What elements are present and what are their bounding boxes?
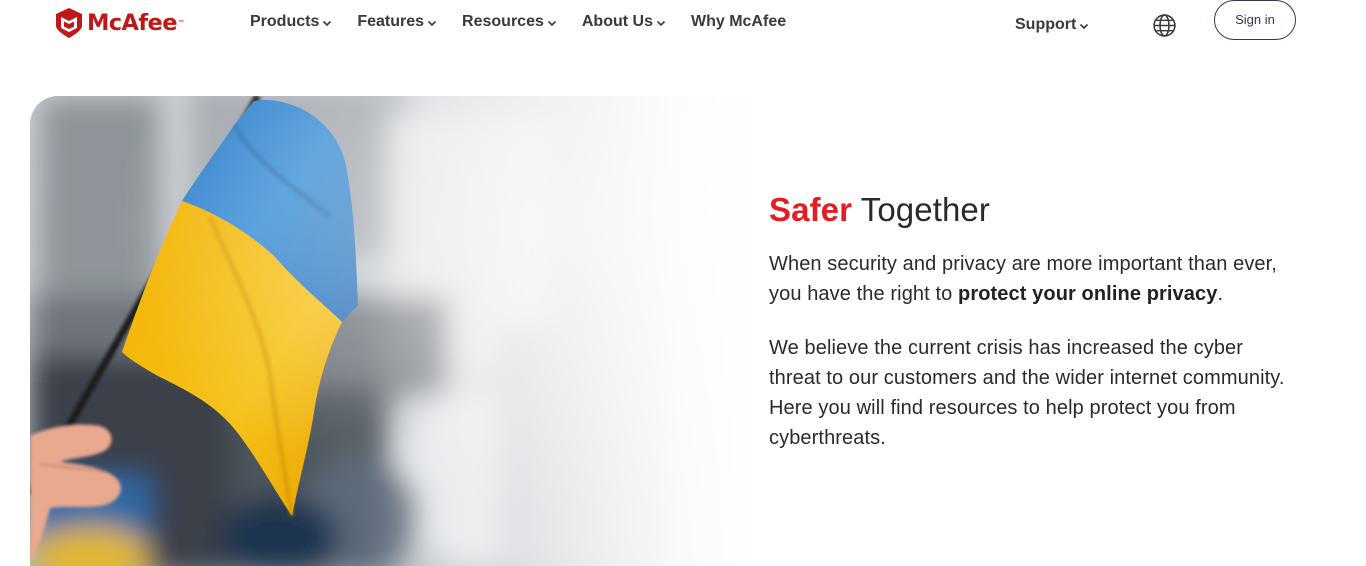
brand-name: McAfee bbox=[87, 10, 177, 36]
chevron-down-icon bbox=[547, 20, 556, 27]
nav-about-us-label: About Us bbox=[581, 13, 653, 30]
chevron-down-icon bbox=[656, 20, 666, 27]
chevron-down-icon bbox=[427, 20, 437, 27]
mcafee-logo[interactable]: McAfee ™ bbox=[56, 8, 184, 38]
nav-products[interactable]: Products bbox=[250, 11, 332, 33]
nav-support[interactable]: Support bbox=[1015, 14, 1089, 36]
sign-in-label: Sign in bbox=[1235, 11, 1275, 27]
hero-title-rest: Together bbox=[860, 191, 990, 228]
brand-trademark: ™ bbox=[177, 20, 184, 26]
sign-in-button[interactable]: Sign in bbox=[1214, 0, 1296, 40]
chevron-down-icon bbox=[323, 20, 332, 27]
nav-products-label: Products bbox=[250, 13, 320, 30]
nav-why-mcafee-label: Why McAfee bbox=[690, 13, 787, 30]
hero-paragraph-2: We believe the current crisis has increa… bbox=[769, 337, 1285, 449]
site-header: McAfee ™ Products Features Resources Abo… bbox=[0, 0, 1366, 56]
chevron-down-icon bbox=[1080, 23, 1089, 30]
nav-resources-label: Resources bbox=[462, 13, 544, 30]
nav-features[interactable]: Features bbox=[357, 11, 437, 33]
nav-features-label: Features bbox=[357, 13, 425, 30]
hero-p1-bold: protect your online privacy bbox=[958, 283, 1218, 305]
nav-why-mcafee[interactable]: Why McAfee bbox=[691, 11, 786, 33]
hero-fade-overlay bbox=[30, 96, 770, 566]
hero-content: Safer Together When security and privacy… bbox=[769, 188, 1289, 453]
mcafee-shield-icon bbox=[56, 8, 82, 38]
hero-p1-end: . bbox=[1217, 283, 1224, 305]
hero-title-accent: Safer bbox=[769, 191, 853, 228]
hero-paragraph-1: When security and privacy are more impor… bbox=[769, 249, 1289, 309]
main-nav: Products Features Resources About Us Why… bbox=[250, 11, 811, 33]
hero-image bbox=[30, 96, 770, 566]
hero-title: Safer Together bbox=[769, 188, 1289, 232]
nav-about-us[interactable]: About Us bbox=[582, 11, 666, 33]
nav-support-label: Support bbox=[1015, 16, 1077, 33]
nav-resources[interactable]: Resources bbox=[462, 11, 557, 33]
globe-icon[interactable] bbox=[1152, 13, 1177, 38]
